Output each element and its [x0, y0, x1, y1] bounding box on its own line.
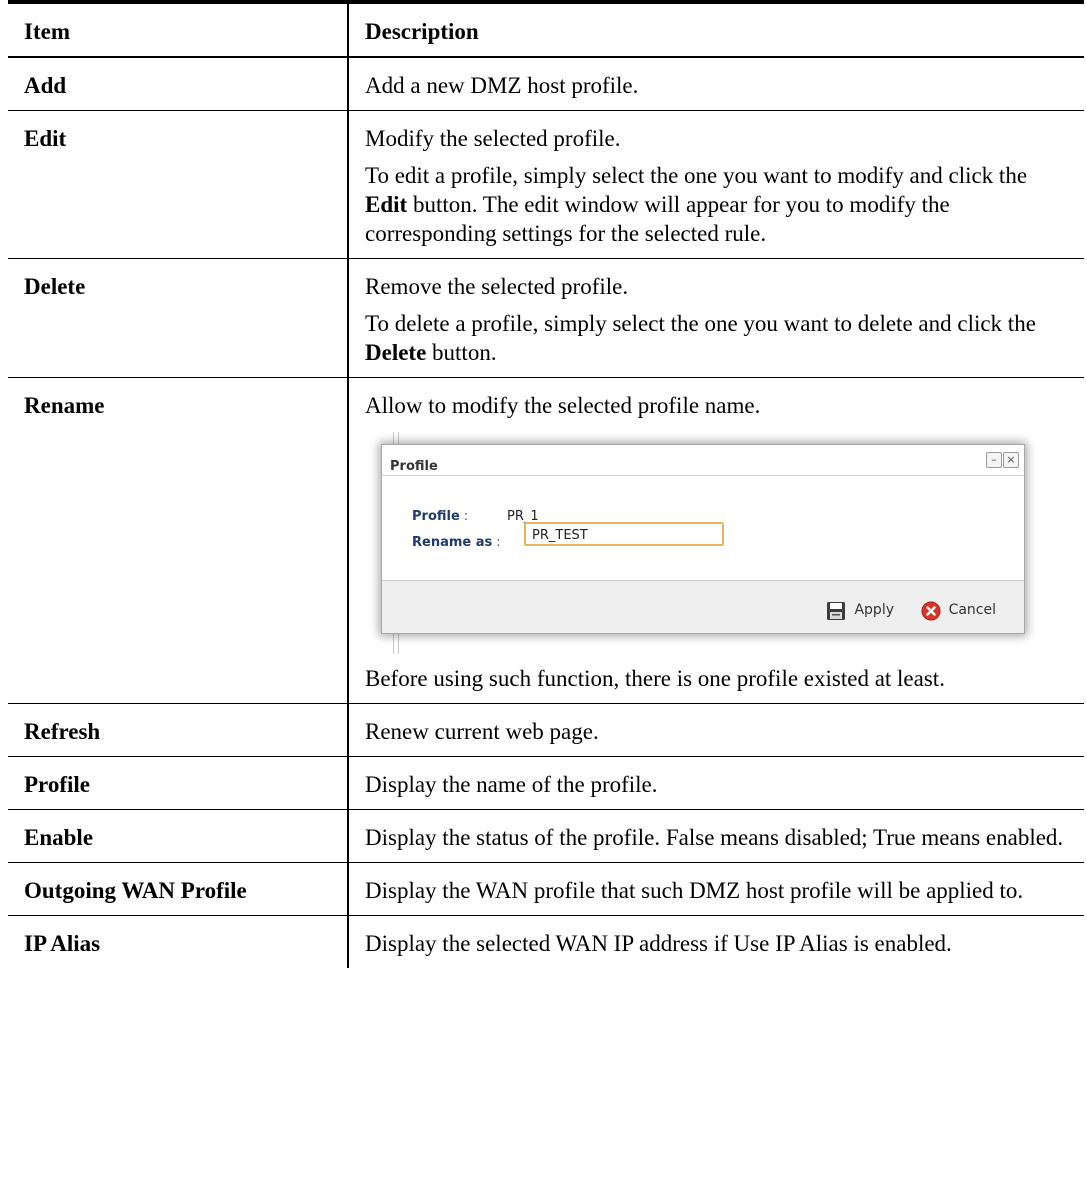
row-item-rename: Rename — [24, 393, 105, 418]
row-desc-refresh: Renew current web page. — [347, 703, 1084, 757]
table-row: Enable Display the status of the profile… — [8, 809, 1084, 863]
row-item-add: Add — [24, 73, 67, 98]
desc-text: Remove the selected profile. — [365, 274, 629, 299]
header-item: Item — [24, 19, 70, 44]
table-row: Outgoing WAN Profile Display the WAN pro… — [8, 862, 1084, 916]
table-row: Delete Remove the selected profile. To d… — [8, 258, 1084, 378]
rename-dialog: Profile – × Profile: PR_1 Rename as: PR_… — [381, 444, 1025, 634]
row-item-profile: Profile — [24, 772, 90, 797]
row-desc-delete: Remove the selected profile. To delete a… — [347, 258, 1084, 378]
rename-row: Rename as: PR_TEST — [412, 522, 724, 557]
table-row: Profile Display the name of the profile. — [8, 756, 1084, 810]
row-desc-enable: Display the status of the profile. False… — [347, 809, 1084, 863]
desc-text: Display the WAN profile that such DMZ ho… — [365, 878, 1024, 903]
text-run: button. The edit window will appear for … — [365, 192, 950, 246]
table-row: Refresh Renew current web page. — [8, 703, 1084, 757]
cancel-icon — [921, 601, 941, 621]
description-table: Item Description Add Add a new DMZ host … — [8, 0, 1084, 968]
table-row: IP Alias Display the selected WAN IP add… — [8, 915, 1084, 968]
keyword-delete: Delete — [365, 340, 427, 365]
desc-text-edit-detail: To edit a profile, simply select the one… — [365, 161, 1068, 248]
row-item-ip-alias: IP Alias — [24, 931, 101, 956]
desc-text: Display the name of the profile. — [365, 772, 658, 797]
desc-text: Renew current web page. — [365, 719, 599, 744]
desc-text: Modify the selected profile. — [365, 126, 621, 151]
table-row: Edit Modify the selected profile. To edi… — [8, 110, 1084, 259]
row-desc-outgoing-wan-profile: Display the WAN profile that such DMZ ho… — [347, 862, 1084, 916]
cancel-button[interactable]: Cancel — [921, 596, 996, 625]
cancel-label: Cancel — [948, 602, 996, 618]
desc-text: Add a new DMZ host profile. — [365, 73, 639, 98]
desc-text-delete-detail: To delete a profile, simply select the o… — [365, 309, 1068, 367]
apply-label: Apply — [854, 602, 894, 618]
rename-label: Rename as — [412, 535, 493, 550]
profile-label: Profile — [412, 509, 460, 524]
rename-dialog-screenshot: Profile – × Profile: PR_1 Rename as: PR_… — [377, 432, 1037, 654]
dialog-footer: Apply Cancel — [382, 580, 1024, 633]
desc-text: Allow to modify the selected profile nam… — [365, 393, 761, 418]
table-row: Add Add a new DMZ host profile. — [8, 57, 1084, 111]
table-row: Rename Allow to modify the selected prof… — [8, 377, 1084, 704]
profile-row: Profile: PR_1 — [412, 502, 539, 531]
row-desc-profile: Display the name of the profile. — [347, 756, 1084, 810]
text-run: To delete a profile, simply select the o… — [365, 311, 1036, 336]
desc-text-rename-note: Before using such function, there is one… — [365, 666, 945, 691]
dialog-body: Profile: PR_1 Rename as: PR_TEST — [382, 476, 1024, 568]
keyword-edit: Edit — [365, 192, 408, 217]
text-run: To edit a profile, simply select the one… — [365, 163, 1028, 188]
close-icon[interactable]: × — [1003, 452, 1019, 468]
row-item-outgoing-wan-profile: Outgoing WAN Profile — [24, 878, 247, 903]
row-desc-ip-alias: Display the selected WAN IP address if U… — [347, 915, 1084, 968]
row-desc-edit: Modify the selected profile. To edit a p… — [347, 110, 1084, 259]
row-desc-add: Add a new DMZ host profile. — [347, 57, 1084, 111]
row-item-enable: Enable — [24, 825, 94, 850]
row-item-refresh: Refresh — [24, 719, 101, 744]
row-desc-rename: Allow to modify the selected profile nam… — [347, 377, 1084, 704]
rename-input[interactable]: PR_TEST — [524, 522, 724, 546]
row-item-delete: Delete — [24, 274, 86, 299]
table-header-row: Item Description — [8, 2, 1084, 57]
row-item-edit: Edit — [24, 126, 67, 151]
apply-button[interactable]: Apply — [826, 596, 894, 625]
colon: : — [463, 509, 469, 524]
header-description: Description — [347, 2, 1084, 57]
save-icon — [826, 601, 846, 621]
text-run: button. — [426, 340, 497, 365]
desc-text: Display the status of the profile. False… — [365, 825, 1064, 850]
colon: : — [496, 535, 501, 550]
desc-text: Display the selected WAN IP address if U… — [365, 931, 952, 956]
dialog-titlebar: Profile – × — [382, 445, 1024, 476]
minimize-icon[interactable]: – — [986, 452, 1002, 468]
document: Item Description Add Add a new DMZ host … — [8, 0, 1084, 968]
